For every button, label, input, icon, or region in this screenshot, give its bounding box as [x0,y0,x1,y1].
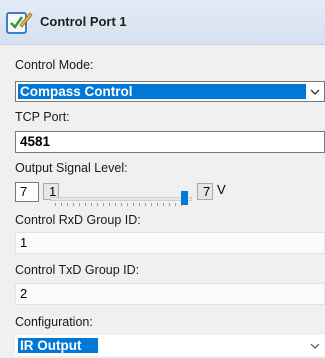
output-signal-unit: V [217,182,226,197]
control-mode-label: Control Mode: [15,58,94,72]
chevron-down-icon[interactable] [305,82,324,101]
configuration-dropdown[interactable]: IR Output [15,335,325,356]
rxd-group-label: Control RxD Group ID: [15,213,141,227]
control-mode-value: Compass Control [18,84,306,99]
panel-header: Control Port 1 [0,0,325,45]
output-signal-max: 7 [197,183,213,200]
output-signal-slider-track[interactable] [50,197,192,201]
configuration-value: IR Output [18,338,98,353]
slider-ticks [55,203,185,206]
panel-title: Control Port 1 [40,14,127,29]
txd-group-label: Control TxD Group ID: [15,263,140,277]
output-signal-label: Output Signal Level: [15,161,128,175]
control-mode-dropdown[interactable]: Compass Control [15,81,325,102]
txd-group-input[interactable]: 2 [15,283,325,305]
rxd-group-input[interactable]: 1 [15,232,325,254]
tcp-port-input[interactable]: 4581 [15,131,325,153]
output-signal-value-input[interactable]: 7 [15,182,39,202]
chevron-down-icon[interactable] [305,336,324,355]
tcp-port-label: TCP Port: [15,110,70,124]
configuration-label: Configuration: [15,315,93,329]
checklist-pencil-icon [6,12,33,34]
output-signal-slider-thumb[interactable] [181,191,188,205]
